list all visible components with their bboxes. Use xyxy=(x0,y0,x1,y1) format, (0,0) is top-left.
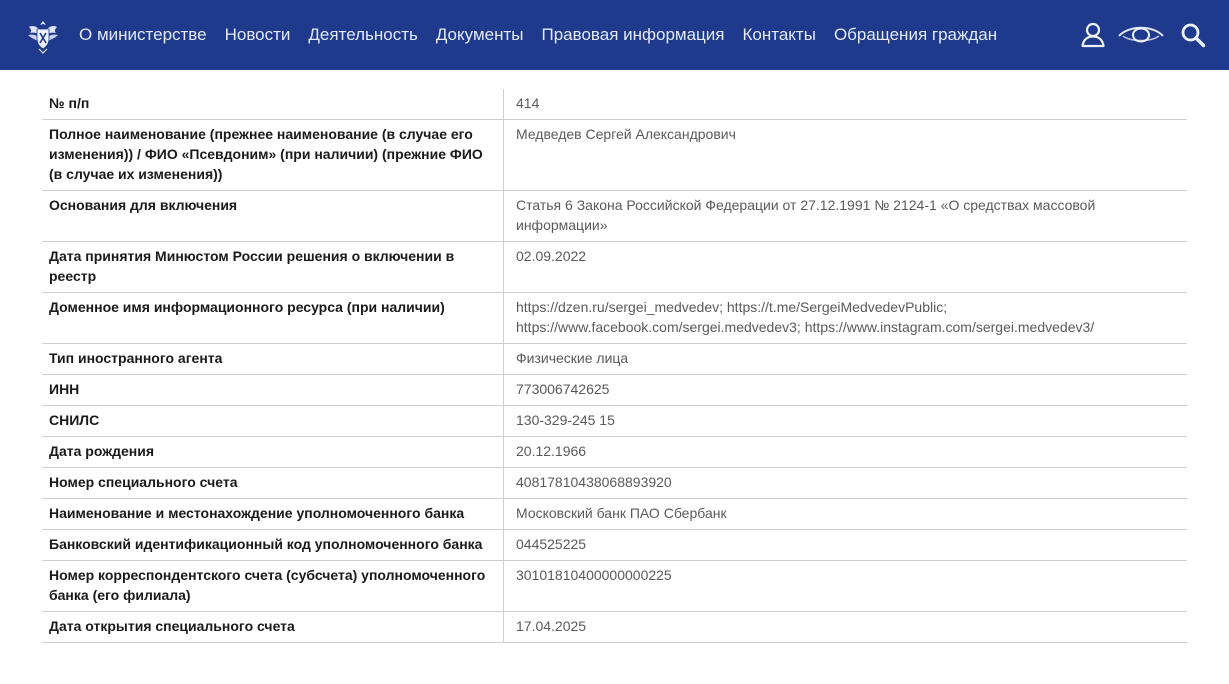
row-label: Номер специального счета xyxy=(42,467,504,499)
nav-news[interactable]: Новости xyxy=(225,25,291,45)
foreign-agent-record-table: № п/п 414 Полное наименование (прежнее н… xyxy=(42,89,1187,643)
user-icon[interactable] xyxy=(1079,21,1107,49)
row-label: Дата рождения xyxy=(42,436,504,468)
row-label: ИНН xyxy=(42,374,504,406)
row-label: СНИЛС xyxy=(42,405,504,437)
row-label: Дата открытия специального счета xyxy=(42,611,504,643)
nav-citizen-appeals[interactable]: Обращения граждан xyxy=(834,25,997,45)
row-label: Банковский идентификационный код уполном… xyxy=(42,529,504,561)
table-row: ИНН 773006742625 xyxy=(42,374,1187,406)
table-row: Основания для включения Статья 6 Закона … xyxy=(42,190,1187,242)
nav-activity[interactable]: Деятельность xyxy=(308,25,417,45)
row-label: № п/п xyxy=(42,89,504,120)
row-value: Статья 6 Закона Российской Федерации от … xyxy=(503,190,1187,242)
table-row: Дата открытия специального счета 17.04.2… xyxy=(42,611,1187,643)
row-value: 044525225 xyxy=(503,529,1187,561)
table-row: Дата рождения 20.12.1966 xyxy=(42,436,1187,468)
nav-documents[interactable]: Документы xyxy=(436,25,524,45)
row-label: Наименование и местонахождение уполномоч… xyxy=(42,498,504,530)
row-value: 17.04.2025 xyxy=(503,611,1187,643)
table-row: СНИЛС 130-329-245 15 xyxy=(42,405,1187,437)
row-value: 773006742625 xyxy=(503,374,1187,406)
row-label: Доменное имя информационного ресурса (пр… xyxy=(42,292,504,344)
row-label: Тип иностранного агента xyxy=(42,343,504,375)
registry-content: № п/п 414 Полное наименование (прежнее н… xyxy=(42,70,1187,643)
row-value: https://dzen.ru/sergei_medvedev; https:/… xyxy=(503,292,1187,344)
row-value: 20.12.1966 xyxy=(503,436,1187,468)
table-row: Банковский идентификационный код уполном… xyxy=(42,529,1187,561)
site-header: О министерстве Новости Деятельность Доку… xyxy=(0,0,1229,70)
row-value: 30101810400000000225 xyxy=(503,560,1187,612)
main-nav: О министерстве Новости Деятельность Доку… xyxy=(79,25,1015,45)
table-row: Наименование и местонахождение уполномоч… xyxy=(42,498,1187,530)
nav-about-ministry[interactable]: О министерстве xyxy=(79,25,207,45)
row-value: 414 xyxy=(503,89,1187,120)
nav-contacts[interactable]: Контакты xyxy=(743,25,816,45)
table-row: № п/п 414 xyxy=(42,89,1187,120)
table-row: Номер специального счета 408178104380688… xyxy=(42,467,1187,499)
row-value: 130-329-245 15 xyxy=(503,405,1187,437)
nav-legal-information[interactable]: Правовая информация xyxy=(541,25,724,45)
row-value: Физические лица xyxy=(503,343,1187,375)
row-value: Медведев Сергей Александрович xyxy=(503,119,1187,191)
eye-icon[interactable] xyxy=(1117,21,1165,49)
table-row: Номер корреспондентского счета (субсчета… xyxy=(42,560,1187,612)
ministry-emblem-logo[interactable] xyxy=(22,14,64,56)
row-label: Полное наименование (прежнее наименовани… xyxy=(42,119,504,191)
emblem-icon xyxy=(28,21,58,54)
table-row: Дата принятия Минюстом России решения о … xyxy=(42,241,1187,293)
header-tools xyxy=(1079,0,1207,70)
row-value: Московский банк ПАО Сбербанк xyxy=(503,498,1187,530)
row-label: Дата принятия Минюстом России решения о … xyxy=(42,241,504,293)
table-row: Полное наименование (прежнее наименовани… xyxy=(42,119,1187,191)
row-label: Номер корреспондентского счета (субсчета… xyxy=(42,560,504,612)
table-row: Тип иностранного агента Физические лица xyxy=(42,343,1187,375)
row-value: 40817810438068893920 xyxy=(503,467,1187,499)
row-label: Основания для включения xyxy=(42,190,504,242)
row-value: 02.09.2022 xyxy=(503,241,1187,293)
search-icon[interactable] xyxy=(1179,21,1207,49)
table-row: Доменное имя информационного ресурса (пр… xyxy=(42,292,1187,344)
